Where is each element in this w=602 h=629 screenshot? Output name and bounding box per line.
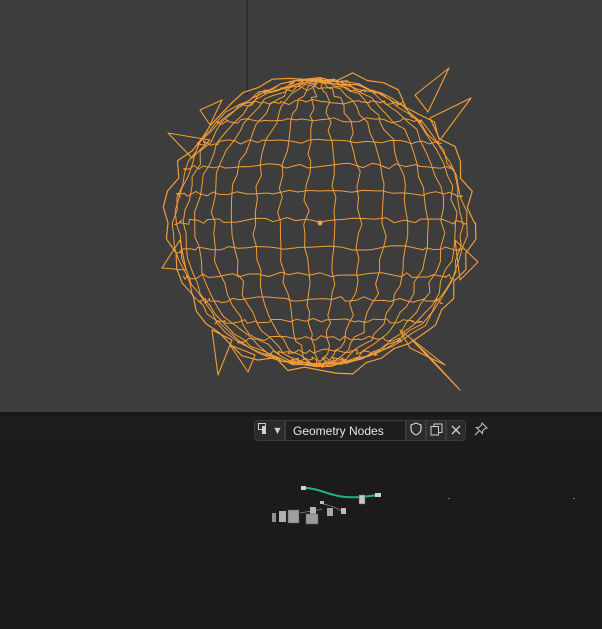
shield-icon (410, 422, 422, 439)
close-icon (451, 424, 461, 438)
node[interactable] (573, 498, 575, 499)
node[interactable] (287, 509, 300, 524)
node[interactable] (448, 498, 450, 499)
fake-user-button[interactable] (406, 420, 426, 441)
unlink-button[interactable] (446, 420, 466, 441)
node-tree-name: Geometry Nodes (293, 423, 384, 438)
node[interactable] (375, 493, 381, 497)
node[interactable] (305, 513, 319, 525)
node-graph[interactable] (0, 441, 602, 629)
duplicate-icon (430, 423, 443, 439)
tree-type-dropdown[interactable]: ▼ (254, 420, 285, 441)
duplicate-button[interactable] (426, 420, 446, 441)
node-editor-canvas[interactable] (0, 441, 602, 629)
node-tree-icon (258, 423, 272, 438)
viewport-canvas[interactable] (0, 0, 602, 412)
3d-viewport[interactable] (0, 0, 602, 412)
node[interactable] (341, 508, 346, 514)
node-editor-header: ▼ Geometry Nodes (0, 416, 602, 441)
node-tree-name-field[interactable]: Geometry Nodes (285, 420, 406, 441)
node[interactable] (279, 511, 286, 522)
wireframe-sphere-object[interactable] (161, 67, 479, 391)
pin-button[interactable] (470, 420, 492, 441)
pin-icon (474, 421, 489, 439)
node[interactable] (358, 494, 366, 505)
node[interactable] (320, 501, 324, 504)
node-link (305, 487, 363, 499)
chevron-down-icon: ▼ (274, 426, 281, 435)
node[interactable] (327, 508, 333, 516)
node[interactable] (272, 513, 276, 522)
node[interactable] (301, 486, 306, 490)
object-origin (317, 220, 323, 226)
